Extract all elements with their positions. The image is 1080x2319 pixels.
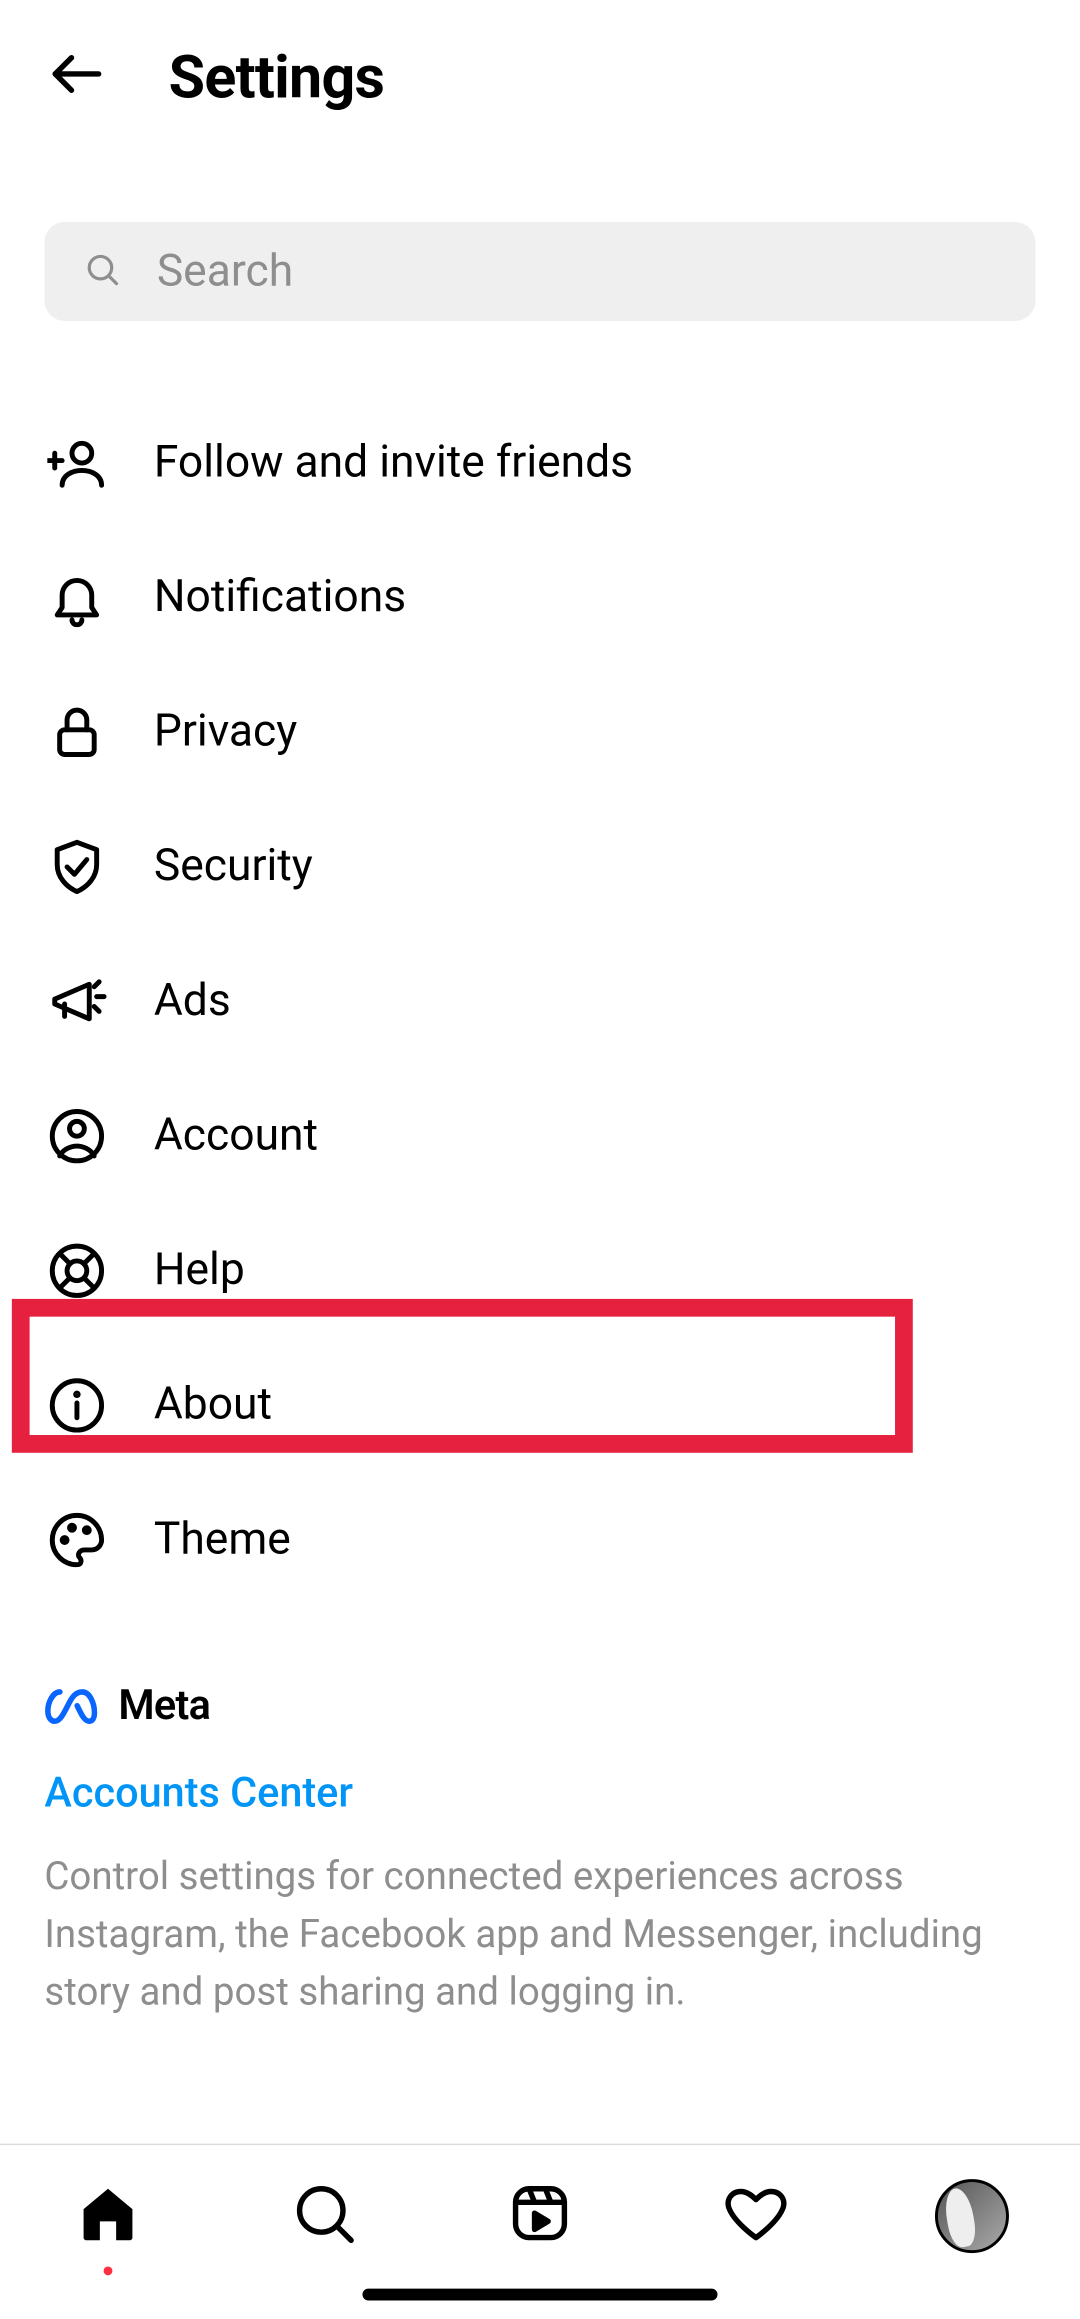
accounts-center-link[interactable]: Accounts Center: [44, 1768, 1035, 1817]
bell-icon: [44, 564, 109, 629]
person-add-icon: [44, 430, 109, 495]
shield-icon: [44, 834, 109, 899]
info-icon: [44, 1372, 109, 1437]
settings-item-label: Help: [154, 1244, 245, 1296]
settings-item-label: Follow and invite friends: [154, 436, 633, 488]
nav-profile[interactable]: [928, 2172, 1017, 2261]
meta-logo: Meta: [44, 1681, 1035, 1730]
person-circle-icon: [44, 1103, 109, 1168]
page-title: Settings: [169, 42, 385, 112]
gesture-bar: [362, 2289, 717, 2301]
settings-item-security[interactable]: Security: [0, 799, 1080, 934]
settings-item-label: Privacy: [154, 706, 297, 758]
settings-item-follow-invite[interactable]: Follow and invite friends: [0, 395, 1080, 530]
settings-item-ads[interactable]: Ads: [0, 934, 1080, 1069]
accounts-center-description: Control settings for connected experienc…: [44, 1849, 1035, 2022]
nav-home[interactable]: [64, 2172, 153, 2261]
settings-item-theme[interactable]: Theme: [0, 1472, 1080, 1607]
meta-brand-text: Meta: [118, 1681, 210, 1730]
palette-icon: [44, 1507, 109, 1572]
settings-item-label: Security: [154, 840, 313, 892]
settings-item-about[interactable]: About: [0, 1337, 1080, 1472]
heart-icon: [723, 2181, 788, 2252]
nav-search[interactable]: [280, 2172, 369, 2261]
reels-icon: [507, 2181, 572, 2252]
nav-reels[interactable]: [496, 2172, 585, 2261]
back-arrow-icon[interactable]: [44, 41, 109, 112]
search-icon: [83, 249, 121, 293]
home-notification-dot: [104, 2266, 113, 2275]
home-icon: [75, 2181, 140, 2252]
lifebuoy-icon: [44, 1238, 109, 1303]
settings-item-label: Theme: [154, 1513, 291, 1565]
avatar: [935, 2179, 1009, 2253]
settings-item-account[interactable]: Account: [0, 1068, 1080, 1203]
search-placeholder: Search: [157, 246, 293, 298]
settings-item-help[interactable]: Help: [0, 1203, 1080, 1338]
settings-item-label: Notifications: [154, 571, 406, 623]
settings-item-privacy[interactable]: Privacy: [0, 664, 1080, 799]
logins-section-header: Logins: [0, 2022, 1080, 2126]
settings-item-label: Ads: [154, 975, 231, 1027]
megaphone-icon: [44, 968, 109, 1033]
settings-item-notifications[interactable]: Notifications: [0, 530, 1080, 665]
search-icon: [291, 2181, 356, 2252]
settings-item-label: About: [154, 1379, 272, 1431]
settings-list: Follow and invite friends Notifications …: [0, 321, 1080, 1607]
lock-icon: [44, 699, 109, 764]
nav-activity[interactable]: [712, 2172, 801, 2261]
search-input[interactable]: Search: [44, 222, 1035, 321]
settings-item-label: Account: [154, 1110, 318, 1162]
